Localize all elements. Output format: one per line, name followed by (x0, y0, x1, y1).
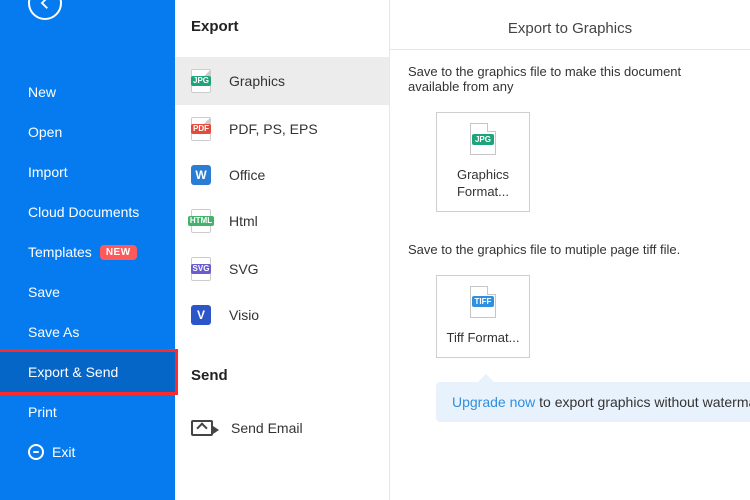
sidebar-item-new[interactable]: New (0, 72, 175, 112)
word-icon: W (191, 165, 211, 185)
jpg-file-icon: JPG (470, 123, 496, 155)
callout-text: to export graphics without watermark! (535, 394, 750, 410)
sidebar-item-label: Exit (52, 444, 75, 460)
export-item-graphics[interactable]: JPG Graphics (175, 57, 389, 105)
sidebar-item-label: Export & Send (28, 364, 118, 380)
export-item-html[interactable]: HTML Html (175, 197, 389, 245)
back-button[interactable] (28, 0, 62, 20)
sidebar-item-save-as[interactable]: Save As (0, 312, 175, 352)
tile-label: Graphics Format... (443, 167, 523, 201)
divider (390, 49, 750, 50)
sidebar-item-export-send[interactable]: Export & Send (0, 352, 175, 392)
send-item-email[interactable]: Send Email (175, 406, 389, 450)
jpg-icon: JPG (191, 69, 211, 93)
new-badge: NEW (100, 245, 137, 260)
sidebar-item-label: Save As (28, 324, 79, 340)
sidebar-item-import[interactable]: Import (0, 152, 175, 192)
export-item-label: Html (229, 213, 258, 229)
exit-icon (28, 444, 44, 460)
graphics-format-tile[interactable]: JPG Graphics Format... (436, 112, 530, 212)
tile-label: Tiff Format... (443, 330, 523, 347)
svg-icon: SVG (191, 257, 211, 281)
sidebar-item-save[interactable]: Save (0, 272, 175, 312)
sidebar-item-open[interactable]: Open (0, 112, 175, 152)
sidebar-item-label: Cloud Documents (28, 204, 139, 220)
tiff-format-tile[interactable]: TIFF Tiff Format... (436, 275, 530, 358)
export-item-visio[interactable]: V Visio (175, 293, 389, 337)
pane-title: Export to Graphics (408, 0, 732, 49)
export-item-label: Visio (229, 307, 259, 323)
export-item-label: PDF, PS, EPS (229, 121, 318, 137)
visio-icon: V (191, 305, 211, 325)
arrow-left-icon (36, 0, 54, 12)
export-item-office[interactable]: W Office (175, 153, 389, 197)
tiff-description: Save to the graphics file to mutiple pag… (408, 242, 732, 257)
sidebar-item-label: Print (28, 404, 57, 420)
sidebar-item-exit[interactable]: Exit (0, 432, 175, 472)
tiff-file-icon: TIFF (470, 286, 496, 318)
sidebar-item-label: New (28, 84, 56, 100)
export-item-label: SVG (229, 261, 259, 277)
sidebar-item-templates[interactable]: Templates NEW (0, 232, 175, 272)
sidebar-item-label: Save (28, 284, 60, 300)
upgrade-link[interactable]: Upgrade now (452, 394, 535, 410)
export-item-pdf[interactable]: PDF PDF, PS, EPS (175, 105, 389, 153)
export-item-label: Graphics (229, 73, 285, 89)
send-heading: Send (175, 337, 389, 406)
export-pane: Export to Graphics Save to the graphics … (390, 0, 750, 500)
pdf-icon: PDF (191, 117, 211, 141)
send-item-label: Send Email (231, 420, 303, 436)
sidebar-item-cloud-documents[interactable]: Cloud Documents (0, 192, 175, 232)
sidebar-item-label: Open (28, 124, 62, 140)
export-item-svg[interactable]: SVG SVG (175, 245, 389, 293)
sidebar-item-label: Templates (28, 244, 92, 260)
sidebar-item-label: Import (28, 164, 68, 180)
export-heading: Export (175, 0, 389, 57)
sidebar: New Open Import Cloud Documents Template… (0, 0, 175, 500)
mail-icon (191, 420, 213, 436)
upgrade-callout: Upgrade now to export graphics without w… (436, 382, 750, 422)
export-send-column: Export JPG Graphics PDF PDF, PS, EPS W O… (175, 0, 390, 500)
export-item-label: Office (229, 167, 265, 183)
html-icon: HTML (191, 209, 211, 233)
graphics-description: Save to the graphics file to make this d… (408, 64, 732, 94)
sidebar-item-print[interactable]: Print (0, 392, 175, 432)
